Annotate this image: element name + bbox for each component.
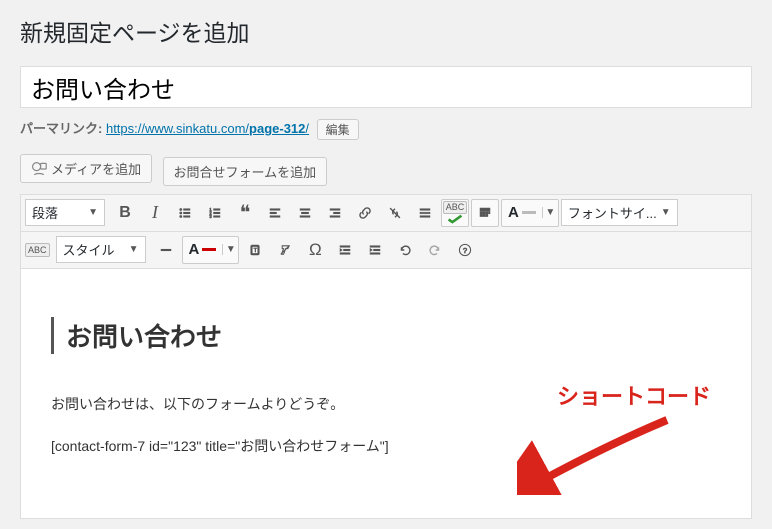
content-shortcode: [contact-form-7 id="123" title="お問い合わせフォ… <box>51 436 721 456</box>
redo-button[interactable] <box>421 236 449 264</box>
content-paragraph: お問い合わせは、以下のフォームよりどうぞ。 <box>51 394 721 414</box>
add-contact-form-label: お問合せフォームを追加 <box>174 162 317 181</box>
unlink-button[interactable] <box>381 199 409 227</box>
blockquote-button[interactable]: ❝ <box>231 199 259 227</box>
style-select[interactable]: スタイル▼ <box>56 236 146 263</box>
font-size-select[interactable]: フォントサイ...▼ <box>561 199 678 226</box>
special-char-button[interactable]: Ω <box>301 236 329 264</box>
bullet-list-button[interactable] <box>171 199 199 227</box>
spellcheck-button[interactable]: ABC <box>441 199 469 227</box>
chevron-down-icon: ▼ <box>129 244 139 255</box>
svg-text:T: T <box>254 248 258 254</box>
bold-button[interactable]: B <box>111 199 139 227</box>
align-left-button[interactable] <box>261 199 289 227</box>
abc-badge: ABC <box>25 243 50 257</box>
content-heading: お問い合わせ <box>66 317 721 354</box>
format-select[interactable]: 段落▼ <box>25 199 105 226</box>
outdent-button[interactable] <box>331 236 359 264</box>
post-title-input[interactable] <box>20 66 752 108</box>
toolbar-toggle-button[interactable] <box>471 199 499 227</box>
italic-button[interactable]: I <box>141 199 169 227</box>
editor-toolbar-row1: 段落▼ B I 123 ❝ ABC A ▼ フォントサイ...▼ <box>20 194 752 231</box>
paste-text-button[interactable]: T <box>241 236 269 264</box>
permalink-label: パーマリンク: <box>20 121 102 136</box>
add-media-label: メディアを追加 <box>51 159 141 178</box>
undo-button[interactable] <box>391 236 419 264</box>
page-heading: 新規固定ページを追加 <box>20 10 752 52</box>
help-button[interactable]: ? <box>451 236 479 264</box>
edit-permalink-button[interactable]: 編集 <box>317 119 359 140</box>
align-center-button[interactable] <box>291 199 319 227</box>
svg-text:3: 3 <box>209 213 212 218</box>
svg-text:?: ? <box>463 245 467 254</box>
text-color-button[interactable]: A ▼ <box>501 199 559 227</box>
text-color2-button[interactable]: A ▼ <box>182 236 240 264</box>
permalink-url[interactable]: https://www.sinkatu.com/page-312/ <box>106 121 309 136</box>
add-contact-form-button[interactable]: お問合せフォームを追加 <box>163 157 328 186</box>
chevron-down-icon: ▼ <box>222 244 238 255</box>
chevron-down-icon: ▼ <box>661 207 671 218</box>
editor-content[interactable]: お問い合わせ お問い合わせは、以下のフォームよりどうぞ。 [contact-fo… <box>20 269 752 519</box>
editor-toolbar-row2: ABC スタイル▼ A ▼ T Ω ? <box>20 231 752 269</box>
chevron-down-icon: ▼ <box>542 207 558 218</box>
add-media-button[interactable]: メディアを追加 <box>20 154 152 183</box>
numbered-list-button[interactable]: 123 <box>201 199 229 227</box>
indent-button[interactable] <box>361 236 389 264</box>
chevron-down-icon: ▼ <box>88 207 98 218</box>
link-button[interactable] <box>351 199 379 227</box>
hr-button[interactable] <box>152 236 180 264</box>
media-icon <box>31 161 47 177</box>
clear-format-button[interactable] <box>271 236 299 264</box>
align-right-button[interactable] <box>321 199 349 227</box>
permalink-row: パーマリンク: https://www.sinkatu.com/page-312… <box>20 114 752 154</box>
more-button[interactable] <box>411 199 439 227</box>
